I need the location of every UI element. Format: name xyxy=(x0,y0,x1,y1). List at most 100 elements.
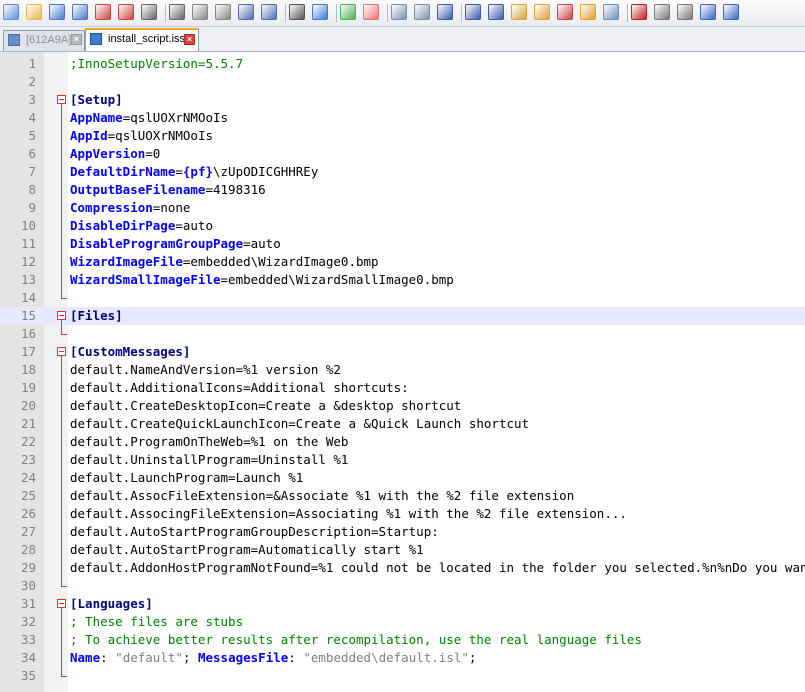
sync-vertical-icon[interactable] xyxy=(391,4,407,20)
code-line[interactable]: 9 Compression=none xyxy=(0,199,805,217)
line-number: 15 xyxy=(20,308,36,323)
line-number: 33 xyxy=(20,632,36,647)
code-editor[interactable]: 1 ;InnoSetupVersion=5.5.7 2 3 [Setup] 4 AppNam… xyxy=(0,52,805,692)
line-number: 32 xyxy=(20,614,36,629)
code-text: default.AdditionalIcons=Additional short… xyxy=(70,379,409,397)
paste-icon[interactable] xyxy=(215,4,231,20)
code-token: =embedded\WizardSmallImage0.bmp xyxy=(220,272,454,287)
code-line[interactable]: 4 AppName=qslUOXrNMOoIs xyxy=(0,109,805,127)
code-line[interactable]: 20 default.CreateDesktopIcon=Create a &de… xyxy=(0,397,805,415)
fold-toggle-icon[interactable] xyxy=(57,347,66,356)
run-macro-multiple-icon[interactable] xyxy=(700,4,716,20)
save-macro-icon[interactable] xyxy=(723,4,739,20)
copy-icon[interactable] xyxy=(192,4,208,20)
zoom-out-icon[interactable] xyxy=(363,4,379,20)
code-line[interactable]: 22 default.ProgramOnTheWeb=%1 on the Web xyxy=(0,433,805,451)
save-icon[interactable] xyxy=(49,4,65,20)
function-list-icon[interactable] xyxy=(557,4,573,20)
code-line[interactable]: 17 [CustomMessages] xyxy=(0,343,805,361)
new-file-icon[interactable] xyxy=(3,4,19,20)
code-line[interactable]: 24 default.LaunchProgram=Launch %1 xyxy=(0,469,805,487)
tab-612a9a[interactable]: [612A9A] × xyxy=(3,30,85,51)
print-icon[interactable] xyxy=(141,4,157,20)
close-all-icon[interactable] xyxy=(118,4,134,20)
code-text: ; To achieve better results after recomp… xyxy=(70,631,642,649)
indent-guide-icon[interactable] xyxy=(488,4,504,20)
doc-map-icon[interactable] xyxy=(534,4,550,20)
word-wrap-icon[interactable] xyxy=(437,4,453,20)
code-token: default.AddonHostProgramNotFound=%1 coul… xyxy=(70,560,805,575)
code-text: default.AutoStartProgram=Automatically s… xyxy=(70,541,424,559)
line-number: 10 xyxy=(20,218,36,233)
code-token: "embedded\default.isl" xyxy=(303,650,469,665)
code-line[interactable]: 7 DefaultDirName={pf}\zUpODICGHHREy xyxy=(0,163,805,181)
code-token: AppName xyxy=(70,110,123,125)
code-line[interactable]: 25 default.AssocFileExtension=&Associate … xyxy=(0,487,805,505)
find-icon[interactable] xyxy=(289,4,305,20)
show-all-chars-icon[interactable] xyxy=(465,4,481,20)
code-line[interactable]: 27 default.AutoStartProgramGroupDescripti… xyxy=(0,523,805,541)
code-line[interactable]: 35 xyxy=(0,667,805,685)
code-line[interactable]: 13 WizardSmallImageFile=embedded\WizardSm… xyxy=(0,271,805,289)
code-line[interactable]: 18 default.NameAndVersion=%1 version %2 xyxy=(0,361,805,379)
code-line[interactable]: 16 xyxy=(0,325,805,343)
code-line[interactable]: 19 default.AdditionalIcons=Additional sho… xyxy=(0,379,805,397)
code-line[interactable]: 11 DisableProgramGroupPage=auto xyxy=(0,235,805,253)
folder-workspace-icon[interactable] xyxy=(580,4,596,20)
code-token: default.AdditionalIcons=Additional short… xyxy=(70,380,409,395)
close-tab-icon[interactable]: × xyxy=(71,34,82,45)
code-text: default.UninstallProgram=Uninstall %1 xyxy=(70,451,348,469)
code-line[interactable]: 10 DisableDirPage=auto xyxy=(0,217,805,235)
code-line[interactable]: 29 default.AddonHostProgramNotFound=%1 co… xyxy=(0,559,805,577)
code-text: ; These files are stubs xyxy=(70,613,243,631)
code-text: default.NameAndVersion=%1 version %2 xyxy=(70,361,341,379)
save-all-icon[interactable] xyxy=(72,4,88,20)
tab-install-script[interactable]: install_script.iss × xyxy=(85,28,199,51)
code-line[interactable]: 33 ; To achieve better results after reco… xyxy=(0,631,805,649)
stop-macro-icon[interactable] xyxy=(654,4,670,20)
code-line[interactable]: 32 ; These files are stubs xyxy=(0,613,805,631)
code-line[interactable]: 26 default.AssocingFileExtension=Associat… xyxy=(0,505,805,523)
line-number: 2 xyxy=(28,74,36,89)
code-text: default.CreateQuickLaunchIcon=Create a &… xyxy=(70,415,529,433)
cut-icon[interactable] xyxy=(169,4,185,20)
code-line[interactable]: 28 default.AutoStartProgram=Automatically… xyxy=(0,541,805,559)
code-line[interactable]: 3 [Setup] xyxy=(0,91,805,109)
user-language-icon[interactable] xyxy=(511,4,527,20)
code-line[interactable]: 1 ;InnoSetupVersion=5.5.7 xyxy=(0,55,805,73)
line-number: 16 xyxy=(20,326,36,341)
code-line[interactable]: 15 [Files] xyxy=(0,307,805,325)
code-text: default.ProgramOnTheWeb=%1 on the Web xyxy=(70,433,348,451)
code-token: DisableProgramGroupPage xyxy=(70,236,244,251)
play-macro-icon[interactable] xyxy=(677,4,693,20)
file-icon xyxy=(90,33,102,45)
close-tab-icon[interactable]: × xyxy=(184,34,195,45)
fold-line xyxy=(61,320,62,334)
code-line[interactable]: 34 Name: "default"; MessagesFile: "embedd… xyxy=(0,649,805,667)
line-number: 14 xyxy=(20,290,36,305)
code-line[interactable]: 30 xyxy=(0,577,805,595)
fold-toggle-icon[interactable] xyxy=(57,599,66,608)
code-line[interactable]: 12 WizardImageFile=embedded\WizardImage0.… xyxy=(0,253,805,271)
code-line[interactable]: 6 AppVersion=0 xyxy=(0,145,805,163)
zoom-in-icon[interactable] xyxy=(340,4,356,20)
record-macro-icon[interactable] xyxy=(631,4,647,20)
code-line[interactable]: 14 xyxy=(0,289,805,307)
code-line[interactable]: 31 [Languages] xyxy=(0,595,805,613)
code-line[interactable]: 23 default.UninstallProgram=Uninstall %1 xyxy=(0,451,805,469)
fold-toggle-icon[interactable] xyxy=(57,311,66,320)
code-token: =0 xyxy=(145,146,161,161)
code-line[interactable]: 21 default.CreateQuickLaunchIcon=Create a… xyxy=(0,415,805,433)
sync-horizontal-icon[interactable] xyxy=(414,4,430,20)
monitoring-icon[interactable] xyxy=(603,4,619,20)
code-line[interactable]: 5 AppId=qslUOXrNMOoIs xyxy=(0,127,805,145)
undo-icon[interactable] xyxy=(238,4,254,20)
fold-toggle-icon[interactable] xyxy=(57,95,66,104)
code-line[interactable]: 2 xyxy=(0,73,805,91)
replace-icon[interactable] xyxy=(312,4,328,20)
close-icon[interactable] xyxy=(95,4,111,20)
code-line[interactable]: 8 OutputBaseFilename=4198316 xyxy=(0,181,805,199)
code-token: DefaultDirName xyxy=(70,164,176,179)
open-file-icon[interactable] xyxy=(26,4,42,20)
redo-icon[interactable] xyxy=(261,4,277,20)
